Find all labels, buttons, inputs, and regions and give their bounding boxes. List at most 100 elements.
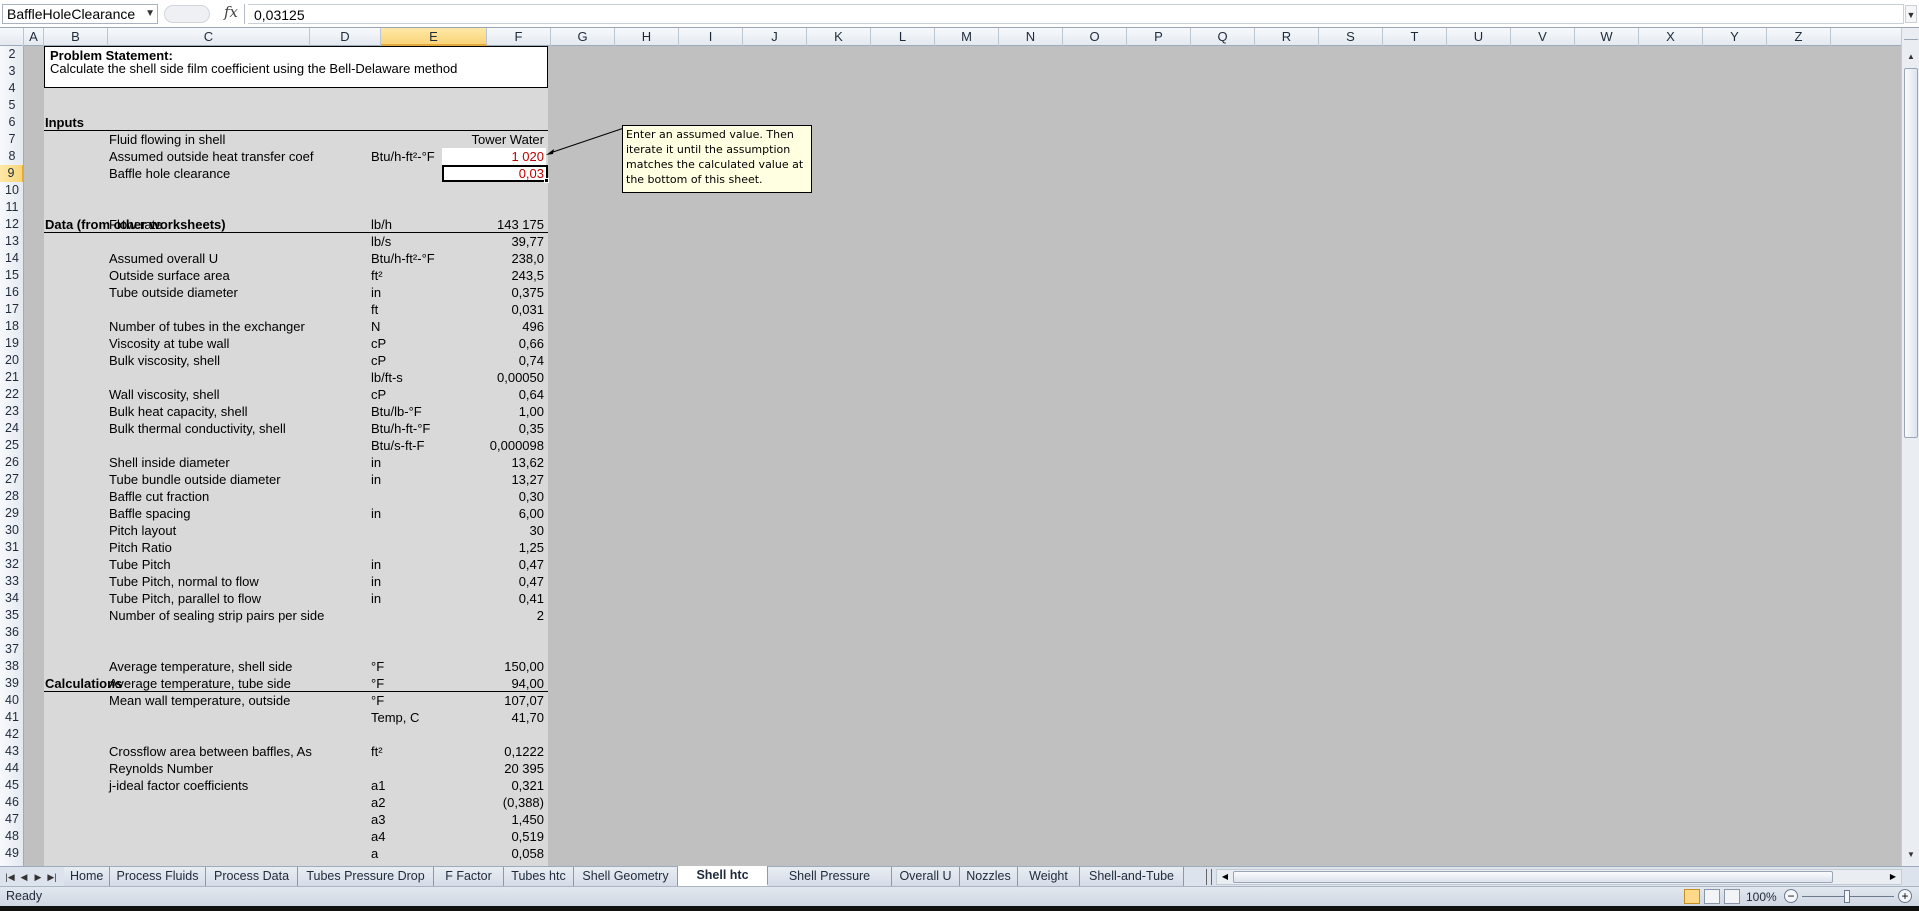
vertical-scroll-thumb[interactable] xyxy=(1904,68,1918,438)
row-header-32[interactable]: 32 xyxy=(0,556,24,573)
sheet-tab-home[interactable]: Home xyxy=(64,867,110,886)
cell-label-row-34[interactable]: Tube Pitch, parallel to flow xyxy=(109,590,261,607)
cell-unit-row-29[interactable]: in xyxy=(371,505,381,522)
row-header-40[interactable]: 40 xyxy=(0,692,24,709)
cell-unit-row-15[interactable]: ft² xyxy=(371,267,383,284)
cell-value-row-48[interactable]: 0,519 xyxy=(442,828,546,845)
column-header-I[interactable]: I xyxy=(679,28,743,46)
cell-unit-row-21[interactable]: lb/ft-s xyxy=(371,369,403,386)
row-header-26[interactable]: 26 xyxy=(0,454,24,471)
cell-value-row-47[interactable]: 1,450 xyxy=(442,811,546,828)
cell-value-row-44[interactable]: 20 395 xyxy=(442,760,546,777)
row-header-34[interactable]: 34 xyxy=(0,590,24,607)
cell-label-row-35[interactable]: Number of sealing strip pairs per side xyxy=(109,607,324,624)
cell-value-row-45[interactable]: 0,321 xyxy=(442,777,546,794)
row-header-21[interactable]: 21 xyxy=(0,369,24,386)
cell-value-row-40[interactable]: 107,07 xyxy=(442,692,546,709)
cell-label-row-43[interactable]: Crossflow area between baffles, As xyxy=(109,743,312,760)
row-header-14[interactable]: 14 xyxy=(0,250,24,267)
cell-unit-row-45[interactable]: a1 xyxy=(371,777,385,794)
row-header-38[interactable]: 38 xyxy=(0,658,24,675)
sheet-tab-f-factor[interactable]: F Factor xyxy=(434,867,504,886)
row-header-49[interactable]: 49 xyxy=(0,845,24,862)
cell-unit-row-33[interactable]: in xyxy=(371,573,381,590)
cell-unit-row-8[interactable]: Btu/h-ft²-°F xyxy=(371,148,435,165)
cell-value-row-28[interactable]: 0,30 xyxy=(442,488,546,505)
cell-unit-row-46[interactable]: a2 xyxy=(371,794,385,811)
cell-value-row-21[interactable]: 0,00050 xyxy=(442,369,546,386)
row-header-12[interactable]: 12 xyxy=(0,216,24,233)
column-header-W[interactable]: W xyxy=(1575,28,1639,46)
sheet-tab-shell-pressure-drop[interactable]: Shell Pressure Drop xyxy=(768,867,892,901)
row-header-45[interactable]: 45 xyxy=(0,777,24,794)
fill-handle[interactable] xyxy=(544,178,549,183)
cell-label-row-12[interactable]: Flow rate xyxy=(109,216,162,233)
cell-label-row-39[interactable]: Average temperature, tube side xyxy=(109,675,291,692)
cell-value-row-24[interactable]: 0,35 xyxy=(442,420,546,437)
row-header-35[interactable]: 35 xyxy=(0,607,24,624)
cell-label-row-23[interactable]: Bulk heat capacity, shell xyxy=(109,403,248,420)
cell-label-row-29[interactable]: Baffle spacing xyxy=(109,505,190,522)
cell-unit-row-43[interactable]: ft² xyxy=(371,743,383,760)
scroll-down-icon[interactable]: ▼ xyxy=(1904,848,1918,862)
row-header-44[interactable]: 44 xyxy=(0,760,24,777)
row-header-6[interactable]: 6 xyxy=(0,114,24,131)
page-layout-view-icon[interactable] xyxy=(1704,889,1720,904)
cell-value-row-19[interactable]: 0,66 xyxy=(442,335,546,352)
cell-label-row-26[interactable]: Shell inside diameter xyxy=(109,454,230,471)
column-header-H[interactable]: H xyxy=(615,28,679,46)
cell-label-row-44[interactable]: Reynolds Number xyxy=(109,760,213,777)
cell-unit-row-39[interactable]: °F xyxy=(371,675,384,692)
cell-label-row-7[interactable]: Fluid flowing in shell xyxy=(109,131,225,148)
column-header-T[interactable]: T xyxy=(1383,28,1447,46)
cell-value-row-8[interactable]: 1 020 xyxy=(442,148,546,165)
sheet-tab-tubes-pressure-drop[interactable]: Tubes Pressure Drop xyxy=(298,867,434,886)
row-header-2[interactable]: 2 xyxy=(0,46,24,63)
cell-value-row-41[interactable]: 41,70 xyxy=(442,709,546,726)
zoom-level[interactable]: 100% xyxy=(1746,890,1777,904)
row-header-41[interactable]: 41 xyxy=(0,709,24,726)
row-header-10[interactable]: 10 xyxy=(0,182,24,199)
cell-value-row-29[interactable]: 6,00 xyxy=(442,505,546,522)
cell-unit-row-14[interactable]: Btu/h-ft²-°F xyxy=(371,250,435,267)
cell-unit-row-25[interactable]: Btu/s-ft-F xyxy=(371,437,424,454)
cell-label-row-19[interactable]: Viscosity at tube wall xyxy=(109,335,229,352)
horizontal-scroll-thumb[interactable] xyxy=(1233,871,1833,883)
cell-unit-row-27[interactable]: in xyxy=(371,471,381,488)
cell-label-row-30[interactable]: Pitch layout xyxy=(109,522,176,539)
sheet-tab-process-data[interactable]: Process Data xyxy=(206,867,298,886)
row-header-33[interactable]: 33 xyxy=(0,573,24,590)
cell-label-row-22[interactable]: Wall viscosity, shell xyxy=(109,386,220,403)
cell-unit-row-26[interactable]: in xyxy=(371,454,381,471)
scroll-left-icon[interactable]: ◀ xyxy=(1219,870,1231,884)
zoom-out-icon[interactable]: − xyxy=(1784,889,1798,903)
cell-label-row-32[interactable]: Tube Pitch xyxy=(109,556,171,573)
cell-unit-row-38[interactable]: °F xyxy=(371,658,384,675)
column-header-O[interactable]: O xyxy=(1063,28,1127,46)
cell-unit-row-18[interactable]: N xyxy=(371,318,380,335)
cell-value-row-15[interactable]: 243,5 xyxy=(442,267,546,284)
cell-unit-row-17[interactable]: ft xyxy=(371,301,378,318)
cell-value-row-27[interactable]: 13,27 xyxy=(442,471,546,488)
split-box[interactable] xyxy=(1904,32,1918,40)
cell-label-row-15[interactable]: Outside surface area xyxy=(109,267,230,284)
sheet-tab-nozzles[interactable]: Nozzles xyxy=(960,867,1018,886)
cell-value-row-23[interactable]: 1,00 xyxy=(442,403,546,420)
cell-value-row-35[interactable]: 2 xyxy=(442,607,546,624)
cell-unit-row-40[interactable]: °F xyxy=(371,692,384,709)
cell-unit-row-24[interactable]: Btu/h-ft-°F xyxy=(371,420,430,437)
last-sheet-icon[interactable]: ▶| xyxy=(46,869,58,885)
column-header-V[interactable]: V xyxy=(1511,28,1575,46)
cell-value-row-31[interactable]: 1,25 xyxy=(442,539,546,556)
column-header-U[interactable]: U xyxy=(1447,28,1511,46)
row-header-42[interactable]: 42 xyxy=(0,726,24,743)
row-header-27[interactable]: 27 xyxy=(0,471,24,488)
row-header-43[interactable]: 43 xyxy=(0,743,24,760)
row-header-48[interactable]: 48 xyxy=(0,828,24,845)
row-header-13[interactable]: 13 xyxy=(0,233,24,250)
active-cell-E9[interactable] xyxy=(442,165,548,182)
first-sheet-icon[interactable]: |◀ xyxy=(4,869,16,885)
cell-label-row-31[interactable]: Pitch Ratio xyxy=(109,539,172,556)
column-header-J[interactable]: J xyxy=(743,28,807,46)
zoom-in-icon[interactable]: + xyxy=(1898,889,1912,903)
